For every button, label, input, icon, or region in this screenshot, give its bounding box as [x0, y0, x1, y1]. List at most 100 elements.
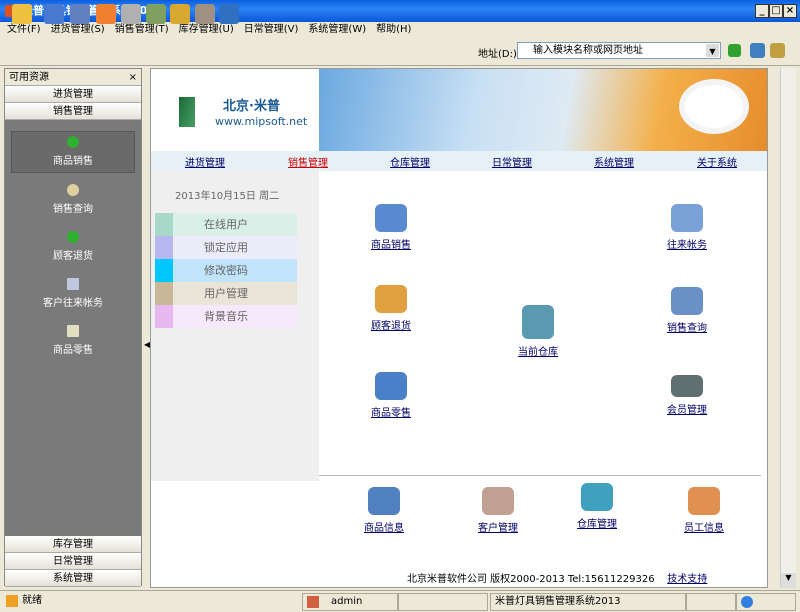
module-link[interactable]: 当前仓库 [518, 347, 558, 358]
group-purchase[interactable]: 进货管理 [5, 86, 141, 103]
user-icon [307, 596, 319, 608]
menu-sales[interactable]: 销售管理(T) [115, 24, 169, 35]
user-document-icon [671, 287, 703, 315]
address-input[interactable]: 输入模块名称或网页地址 ▼ [517, 42, 721, 59]
exit-icon[interactable] [219, 4, 239, 24]
coffee-cup-icon [679, 79, 749, 134]
status-app: 米普灯具销售管理系统2013 [490, 593, 686, 611]
footer: 北京米普软件公司 版权2000-2013 Tel:15611229326 技术支… [407, 570, 707, 585]
module-link[interactable]: 员工信息 [684, 523, 724, 534]
menu-system[interactable]: 系统管理(W) [308, 24, 366, 35]
left-item-sales-query[interactable]: 销售查询 [11, 184, 135, 215]
menu-file[interactable]: 文件(F) [7, 24, 41, 35]
resource-panel: 可用资源 × 进货管理 销售管理 商品销售 销售查询 顾客退货 客户往来帐务 商品… [4, 68, 142, 587]
status-user: admin [302, 593, 398, 611]
group-sales[interactable]: 销售管理 [5, 103, 141, 120]
item-label: 顾客退货 [53, 251, 93, 262]
module-current-warehouse[interactable]: 当前仓库 [503, 305, 573, 358]
nav-sales[interactable]: 销售管理 [288, 154, 328, 169]
menu-purchase[interactable]: 进货管理(S) [51, 24, 105, 35]
top-nav: 进货管理 销售管理 仓库管理 日常管理 系统管理 关于系统 [151, 151, 767, 171]
nav-about[interactable]: 关于系统 [697, 154, 737, 169]
print-icon[interactable] [121, 4, 141, 24]
warehouse-clock-icon [522, 305, 554, 339]
module-link[interactable]: 会员管理 [667, 405, 707, 416]
open-icon[interactable] [12, 4, 32, 24]
module-link[interactable]: 商品信息 [364, 523, 404, 534]
module-product-sales[interactable]: 商品销售 [356, 204, 426, 251]
module-link[interactable]: 商品销售 [371, 240, 411, 251]
list-icon[interactable] [44, 4, 64, 24]
tech-support-link[interactable]: 技术支持 [667, 574, 707, 585]
left-item-retail[interactable]: 商品零售 [11, 325, 135, 356]
module-sales-query[interactable]: 销售查询 [652, 287, 722, 334]
return-icon [375, 285, 407, 313]
chevron-down-icon[interactable]: ▼ [706, 44, 719, 57]
computer-icon[interactable] [70, 4, 90, 24]
title-bar: 米普灯具销售管理系统2013 [0, 0, 800, 22]
menu-daily[interactable]: 日常管理(V) [244, 24, 299, 35]
scrollbar[interactable]: ▼ [780, 68, 796, 588]
module-employees[interactable]: 员工信息 [669, 487, 739, 534]
button-label: 背景音乐 [204, 310, 248, 323]
date-display: 2013年10月15日 周二 [175, 191, 280, 202]
module-link[interactable]: 往来帐务 [667, 240, 707, 251]
left-item-customer-return[interactable]: 顾客退货 [11, 231, 135, 262]
logo-url: www.mipsoft.net [215, 115, 308, 128]
maximize-button[interactable]: □ [769, 4, 783, 18]
nav-daily[interactable]: 日常管理 [492, 154, 532, 169]
user-lock-icon[interactable] [195, 4, 215, 24]
group-daily[interactable]: 日常管理 [5, 553, 141, 570]
group-inventory[interactable]: 库存管理 [5, 536, 141, 553]
search-icon [67, 184, 79, 196]
ready-text: 就绪 [22, 595, 42, 606]
module-link[interactable]: 仓库管理 [577, 519, 617, 530]
user-management-button[interactable]: 用户管理 [155, 282, 297, 305]
nav-warehouse[interactable]: 仓库管理 [390, 154, 430, 169]
module-link[interactable]: 客户管理 [478, 523, 518, 534]
background-music-button[interactable]: 背景音乐 [155, 305, 297, 328]
left-item-customer-accounts[interactable]: 客户往来帐务 [11, 278, 135, 309]
home-icon[interactable] [96, 4, 116, 24]
module-members[interactable]: 会员管理 [652, 375, 722, 416]
menu-inventory[interactable]: 库存管理(U) [179, 24, 234, 35]
go-icon[interactable] [728, 44, 741, 57]
panel-close-icon[interactable]: × [129, 69, 137, 86]
module-customers[interactable]: 客户管理 [463, 487, 533, 534]
lock-icon[interactable] [170, 4, 190, 24]
lock-app-button[interactable]: 锁定应用 [155, 236, 297, 259]
retail-icon [375, 372, 407, 400]
logo-mark [179, 97, 195, 127]
module-warehouse[interactable]: 仓库管理 [562, 483, 632, 530]
button-label: 锁定应用 [204, 241, 248, 254]
nav-system[interactable]: 系统管理 [594, 154, 634, 169]
address-label: 地址(D:) [478, 49, 517, 60]
status-empty-2 [686, 593, 736, 611]
group-system[interactable]: 系统管理 [5, 570, 141, 587]
module-customer-return[interactable]: 顾客退货 [356, 285, 426, 332]
module-link[interactable]: 销售查询 [667, 323, 707, 334]
online-users-button[interactable]: 在线用户 [155, 213, 297, 236]
scroll-down-button[interactable]: ▼ [781, 573, 796, 588]
module-product-info[interactable]: 商品信息 [349, 487, 419, 534]
minimize-button[interactable]: _ [755, 4, 769, 18]
module-link[interactable]: 顾客退货 [371, 321, 411, 332]
menu-help[interactable]: 帮助(H) [376, 24, 411, 35]
close-button[interactable]: × [783, 4, 797, 18]
options-icon[interactable] [770, 43, 785, 58]
left-item-product-sales[interactable]: 商品销售 [11, 131, 135, 173]
network-icon[interactable] [750, 43, 765, 58]
arrow-left-icon [67, 231, 79, 243]
panel-title: 可用资源 [9, 72, 49, 83]
keys-icon[interactable] [146, 4, 166, 24]
status-bar: 就绪 admin 米普灯具销售管理系统2013 [0, 590, 800, 612]
module-accounts[interactable]: 往来帐务 [652, 204, 722, 251]
change-password-button[interactable]: 修改密码 [155, 259, 297, 282]
button-label: 用户管理 [204, 287, 248, 300]
address-placeholder: 输入模块名称或网页地址 [533, 45, 643, 56]
module-link[interactable]: 商品零售 [371, 408, 411, 419]
nav-purchase[interactable]: 进货管理 [185, 154, 225, 169]
document-icon [67, 278, 79, 290]
module-retail[interactable]: 商品零售 [356, 372, 426, 419]
main-frame: 北京·米普 www.mipsoft.net 进货管理 销售管理 仓库管理 日常管… [150, 68, 768, 588]
